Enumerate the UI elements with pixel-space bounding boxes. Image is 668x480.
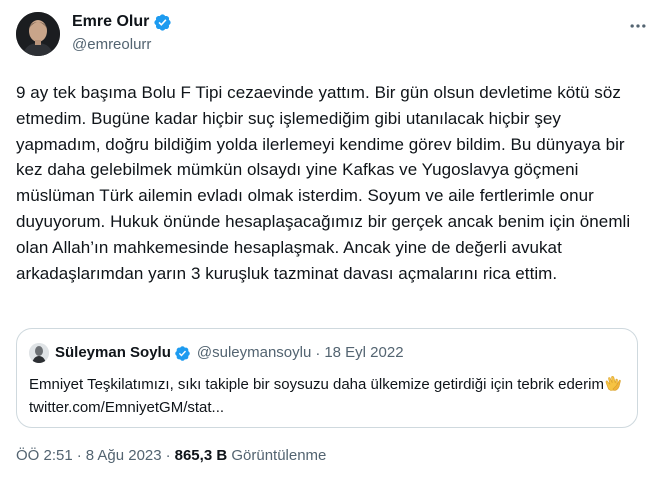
more-options-button[interactable]	[626, 14, 650, 38]
quoted-link[interactable]: twitter.com/EmniyetGM/stat...	[29, 399, 224, 416]
meta-separator-2: ·	[165, 447, 171, 464]
clapping-hands-icon	[604, 374, 622, 398]
tweet-time[interactable]: ÖÖ 2:51	[16, 447, 73, 464]
quoted-date[interactable]: 18 Eyl 2022	[324, 343, 403, 363]
quoted-tweet-header: Süleyman Soylu @suleymansoylu · 18 Eyl 2…	[29, 343, 404, 363]
quoted-tweet[interactable]: Süleyman Soylu @suleymansoylu · 18 Eyl 2…	[16, 328, 638, 428]
tweet-text: 9 ay tek başıma Bolu F Tipi cezaevinde y…	[16, 83, 631, 283]
more-dots-icon	[630, 24, 646, 28]
quoted-text-body: Emniyet Teşkilatımızı, sıkı takiple bir …	[29, 376, 604, 393]
quoted-verified-badge-icon	[174, 345, 191, 362]
quoted-author-name: Süleyman Soylu	[55, 344, 171, 361]
meta-separator-1: ·	[76, 447, 82, 464]
quoted-tweet-text: Emniyet Teşkilatımızı, sıkı takiple bir …	[29, 374, 629, 418]
author-name[interactable]: Emre Olur	[72, 12, 149, 32]
author-handle[interactable]: @emreolurr	[72, 35, 151, 55]
views-label: Görüntülenme	[231, 447, 327, 464]
quoted-author-handle: @suleymansoylu	[196, 344, 312, 361]
quoted-separator: ·	[315, 344, 321, 362]
author-avatar[interactable]	[16, 12, 60, 56]
tweet-meta: ÖÖ 2:51 · 8 Ağu 2023 · 865,3 B Görüntülenme	[16, 446, 326, 466]
tweet: Emre Olur @emreolurr 9 ay tek başıma Bol…	[0, 0, 668, 480]
tweet-date[interactable]: 8 Ağu 2023	[86, 447, 162, 464]
quoted-author-avatar	[29, 343, 49, 363]
author-name-row: Emre Olur	[72, 12, 172, 32]
verified-badge-icon	[153, 13, 172, 32]
views-count: 865,3 B	[174, 447, 228, 464]
